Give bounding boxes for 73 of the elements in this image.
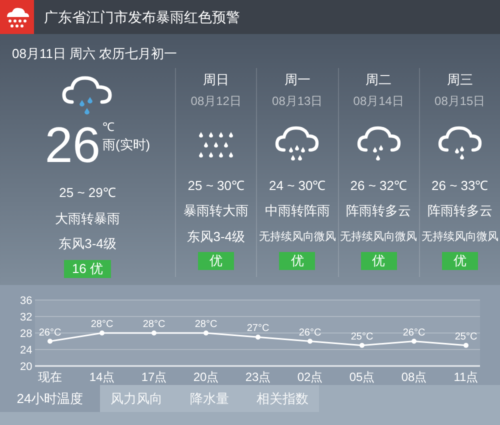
wind-label: 无持续风向微风	[421, 230, 498, 244]
data-label: 28°C	[142, 319, 166, 330]
current-temperature: 26	[44, 120, 100, 170]
x-axis-label: 02点	[297, 370, 323, 384]
data-label: 25°C	[454, 331, 478, 342]
temperature-range: 25 ~ 30℃	[188, 176, 244, 194]
temperature-range: 25 ~ 29℃	[59, 184, 116, 202]
weekday-label: 周三	[446, 71, 473, 89]
data-label: 26°C	[298, 327, 322, 338]
wind-label: 无持续风向微风	[258, 230, 336, 244]
storm-cloud-icon	[4, 6, 30, 28]
data-point	[48, 338, 52, 344]
data-point	[308, 338, 312, 344]
x-axis-label: 17点	[141, 370, 167, 384]
data-point	[152, 330, 156, 336]
data-point	[464, 342, 468, 348]
weather-description: 阵雨转多云	[427, 202, 492, 220]
temperature-unit: ℃	[102, 120, 116, 134]
weekday-label: 周日	[203, 71, 230, 89]
weather-description: 中雨转阵雨	[264, 202, 330, 220]
rain-cloud-icon	[356, 124, 402, 162]
data-point	[256, 334, 260, 340]
temperature-range: 26 ~ 32℃	[350, 176, 407, 194]
data-point	[360, 342, 364, 348]
y-axis-label: 28	[20, 328, 32, 340]
air-quality-badge: 优	[442, 252, 478, 270]
air-quality-badge: 优	[198, 252, 234, 270]
y-axis-label: 32	[20, 312, 32, 324]
date-label: 08月15日	[434, 92, 486, 110]
tab[interactable]: 降水量	[173, 385, 246, 412]
weather-description: 阵雨转多云	[346, 202, 412, 220]
tab[interactable]: 相关指数	[246, 385, 319, 412]
data-point	[100, 330, 104, 336]
data-point	[204, 330, 208, 336]
x-axis-label: 11点	[454, 370, 478, 384]
data-label: 28°C	[194, 319, 218, 330]
wind-label: 东风3-4级	[187, 228, 246, 246]
weekday-label: 周一	[284, 71, 310, 89]
date-label: 08月11日 周六 农历七月初一	[11, 45, 178, 63]
date-label: 08月14日	[353, 92, 404, 110]
temperature-range: 24 ~ 30℃	[269, 176, 326, 194]
weather-description: 大雨转暴雨	[55, 210, 120, 228]
data-label: 26°C	[38, 327, 62, 338]
data-label: 27°C	[246, 323, 270, 334]
air-quality-badge: 16 优	[64, 260, 112, 278]
x-axis-label: 23点	[245, 370, 271, 384]
current-condition: 雨(实时)	[102, 136, 150, 154]
weekday-label: 周二	[366, 71, 392, 89]
x-axis-label: 14点	[89, 370, 115, 384]
rain-cloud-icon	[274, 124, 320, 162]
x-axis-label: 05点	[349, 370, 375, 384]
y-axis-label: 36	[20, 295, 32, 307]
x-axis-label: 现在	[38, 370, 62, 384]
data-label: 28°C	[90, 319, 114, 330]
y-axis-label: 24	[20, 344, 32, 356]
date-label: 08月13日	[272, 92, 323, 110]
temperature-range: 26 ~ 33℃	[432, 176, 488, 194]
alert-title[interactable]: 广东省江门市发布暴雨红色预警	[44, 6, 240, 28]
tab[interactable]: 24小时温度	[0, 385, 100, 412]
y-axis-label: 20	[20, 361, 32, 373]
x-axis-label: 20点	[193, 370, 219, 384]
rain-cloud-icon	[436, 124, 483, 162]
data-label: 25°C	[350, 331, 374, 342]
x-axis-label: 08点	[401, 370, 427, 384]
air-quality-badge: 优	[360, 252, 397, 270]
tab[interactable]: 风力风向	[100, 385, 173, 412]
air-quality-badge: 优	[279, 252, 316, 270]
wind-label: 东风3-4级	[58, 235, 116, 253]
date-label: 08月12日	[190, 92, 242, 110]
weather-description: 暴雨转大雨	[184, 202, 249, 220]
data-point	[412, 338, 416, 344]
data-label: 26°C	[402, 327, 426, 338]
wind-label: 无持续风向微风	[340, 230, 418, 244]
